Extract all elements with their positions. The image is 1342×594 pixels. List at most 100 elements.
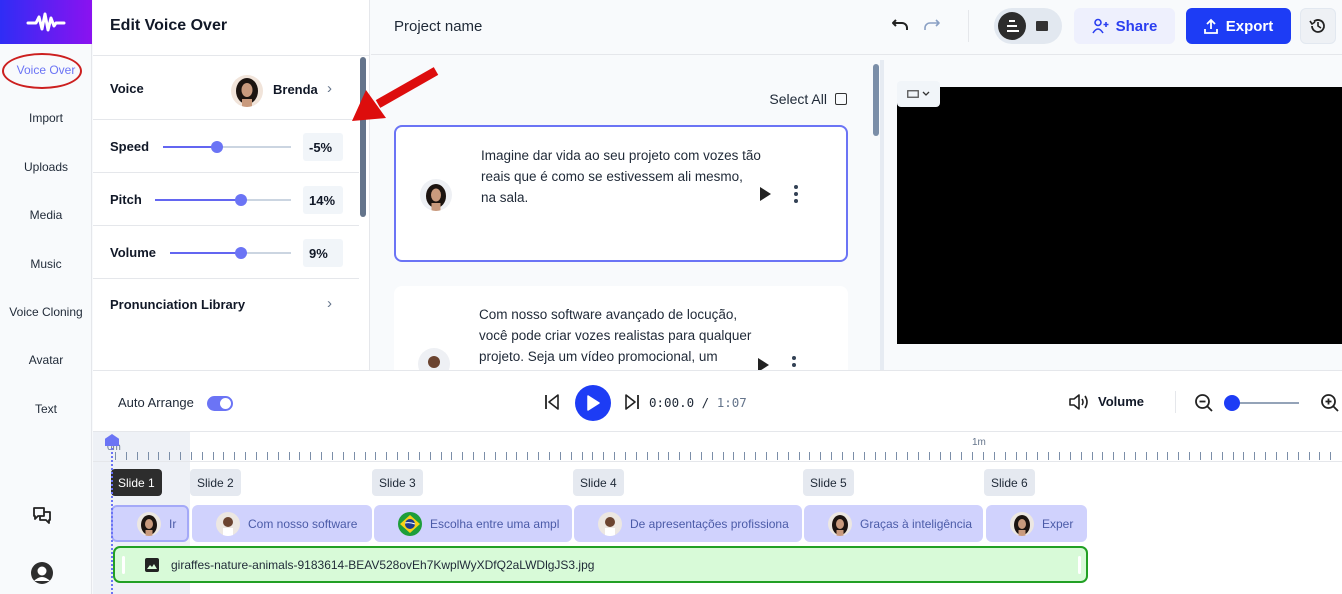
volume-value[interactable]: 9% xyxy=(303,239,343,267)
auto-arrange-toggle[interactable] xyxy=(207,396,233,411)
timeline-zoom-thumb[interactable] xyxy=(1224,395,1240,411)
speed-slider-thumb[interactable] xyxy=(210,141,223,153)
history-button[interactable] xyxy=(1300,8,1336,44)
pitch-value[interactable]: 14% xyxy=(303,186,343,214)
video-preview[interactable] xyxy=(897,87,1342,344)
voice-clip[interactable]: De apresentações profissiona xyxy=(574,505,802,542)
aspect-ratio-dropdown[interactable] xyxy=(897,81,940,107)
image-track[interactable]: giraffes-nature-animals-9183614-BEAV528o… xyxy=(113,546,1088,583)
nav-item-avatar[interactable]: Avatar xyxy=(0,353,92,367)
ruler-tick xyxy=(929,452,930,460)
panel-scrollbar[interactable] xyxy=(360,57,366,217)
ruler-tick xyxy=(1309,452,1310,460)
view-mode-toggle[interactable] xyxy=(994,8,1062,44)
ruler-tick xyxy=(1135,452,1136,460)
image-track-left-handle[interactable] xyxy=(122,556,125,574)
ruler-tick xyxy=(213,452,214,460)
volume-button-label[interactable]: Volume xyxy=(1098,394,1144,409)
slide-view-icon[interactable] xyxy=(1036,21,1048,31)
nav-item-music[interactable]: Music xyxy=(0,257,92,271)
play-button[interactable] xyxy=(575,385,611,421)
playback-controls: Auto Arrange 0:00.0 / 1:07 Volume xyxy=(93,370,1342,432)
ruler-tick xyxy=(950,452,951,460)
nav-item-voice-over[interactable]: Voice Over xyxy=(0,63,92,77)
voice-avatar xyxy=(137,511,161,536)
export-button[interactable]: Export xyxy=(1186,8,1291,44)
chevron-right-icon: › xyxy=(327,295,332,312)
script-text[interactable]: Imagine dar vida ao seu projeto com voze… xyxy=(481,145,761,208)
nav-item-uploads[interactable]: Uploads xyxy=(0,160,92,174)
slide-tag[interactable]: Slide 6 xyxy=(984,469,1035,496)
script-view-icon[interactable] xyxy=(998,12,1026,40)
ruler-tick xyxy=(495,452,496,460)
nav-item-voice-cloning[interactable]: Voice Cloning xyxy=(0,305,92,319)
ruler-tick xyxy=(462,452,463,460)
ruler-tick xyxy=(712,452,713,460)
undo-icon[interactable] xyxy=(889,14,911,36)
ruler-tick xyxy=(723,452,724,460)
pitch-slider-thumb[interactable] xyxy=(234,194,247,206)
slide-tag[interactable]: Slide 5 xyxy=(803,469,854,496)
more-options-icon[interactable] xyxy=(791,356,797,370)
voice-clip[interactable]: Exper xyxy=(986,505,1087,542)
chat-icon[interactable] xyxy=(30,504,54,528)
play-icon[interactable] xyxy=(760,187,771,201)
ruler-tick xyxy=(1026,452,1027,460)
ruler-tick xyxy=(1081,452,1082,460)
ruler-tick xyxy=(603,452,604,460)
voice-clip[interactable]: Com nosso software xyxy=(192,505,372,542)
ruler-tick xyxy=(1287,452,1288,460)
speed-slider[interactable] xyxy=(163,141,291,153)
logo[interactable] xyxy=(0,0,92,44)
nav-item-text[interactable]: Text xyxy=(0,402,92,416)
speaker-icon[interactable] xyxy=(1068,392,1092,412)
project-name[interactable]: Project name xyxy=(394,18,482,35)
image-track-right-handle[interactable] xyxy=(1078,556,1081,574)
script-card[interactable]: Com nosso software avançado de locução, … xyxy=(394,286,848,370)
script-text[interactable]: Com nosso software avançado de locução, … xyxy=(479,304,759,367)
voice-avatar xyxy=(418,348,450,370)
skip-forward-icon[interactable] xyxy=(623,393,641,411)
slide-tag[interactable]: Slide 2 xyxy=(190,469,241,496)
voice-clip[interactable]: Graças à inteligência xyxy=(804,505,983,542)
select-all-checkbox[interactable] xyxy=(835,93,847,105)
script-list-scrollbar[interactable] xyxy=(873,64,879,136)
divider xyxy=(968,10,969,42)
more-options-icon[interactable] xyxy=(793,185,799,203)
ruler-tick xyxy=(365,452,366,460)
timeline-zoom-slider[interactable] xyxy=(1237,402,1299,404)
voice-clip[interactable]: Escolha entre uma ampl xyxy=(374,505,572,542)
zoom-out-icon[interactable] xyxy=(1193,392,1215,414)
script-card[interactable]: Imagine dar vida ao seu projeto com voze… xyxy=(394,125,848,262)
nav-item-media[interactable]: Media xyxy=(0,208,92,222)
volume-slider[interactable] xyxy=(170,247,291,259)
share-button[interactable]: Share xyxy=(1074,8,1175,44)
slide-tag[interactable]: Slide 3 xyxy=(372,469,423,496)
redo-icon[interactable] xyxy=(921,14,943,36)
user-avatar-icon[interactable] xyxy=(30,561,54,585)
timeline: 0m 1m Slide 1 Slide 2 Slide 3 Slide 4 Sl… xyxy=(93,432,1342,594)
upload-icon xyxy=(1203,18,1218,34)
pitch-slider[interactable] xyxy=(155,194,291,206)
voice-row[interactable]: Voice Brenda › xyxy=(93,56,359,120)
ruler-tick xyxy=(1113,452,1114,460)
ruler-tick xyxy=(766,452,767,460)
nav-item-import[interactable]: Import xyxy=(0,111,92,125)
speed-value[interactable]: -5% xyxy=(303,133,343,161)
ruler-tick xyxy=(245,452,246,460)
ruler-tick xyxy=(538,452,539,460)
ruler-tick xyxy=(234,452,235,460)
volume-slider-thumb[interactable] xyxy=(235,247,248,259)
skip-back-icon[interactable] xyxy=(543,393,561,411)
pronunciation-library-row[interactable]: Pronunciation Library › xyxy=(93,280,359,334)
voice-clip[interactable]: Ir xyxy=(111,505,189,542)
slide-tag[interactable]: Slide 1 xyxy=(111,469,162,496)
pronunciation-label: Pronunciation Library xyxy=(110,297,246,312)
select-all[interactable]: Select All xyxy=(769,91,847,107)
zoom-in-icon[interactable] xyxy=(1319,392,1341,414)
play-icon[interactable] xyxy=(758,358,769,370)
timeline-ruler[interactable]: 0m 1m xyxy=(93,432,1342,462)
slide-tag[interactable]: Slide 4 xyxy=(573,469,624,496)
clip-text: De apresentações profissiona xyxy=(630,516,789,531)
ruler-tick xyxy=(126,452,127,460)
